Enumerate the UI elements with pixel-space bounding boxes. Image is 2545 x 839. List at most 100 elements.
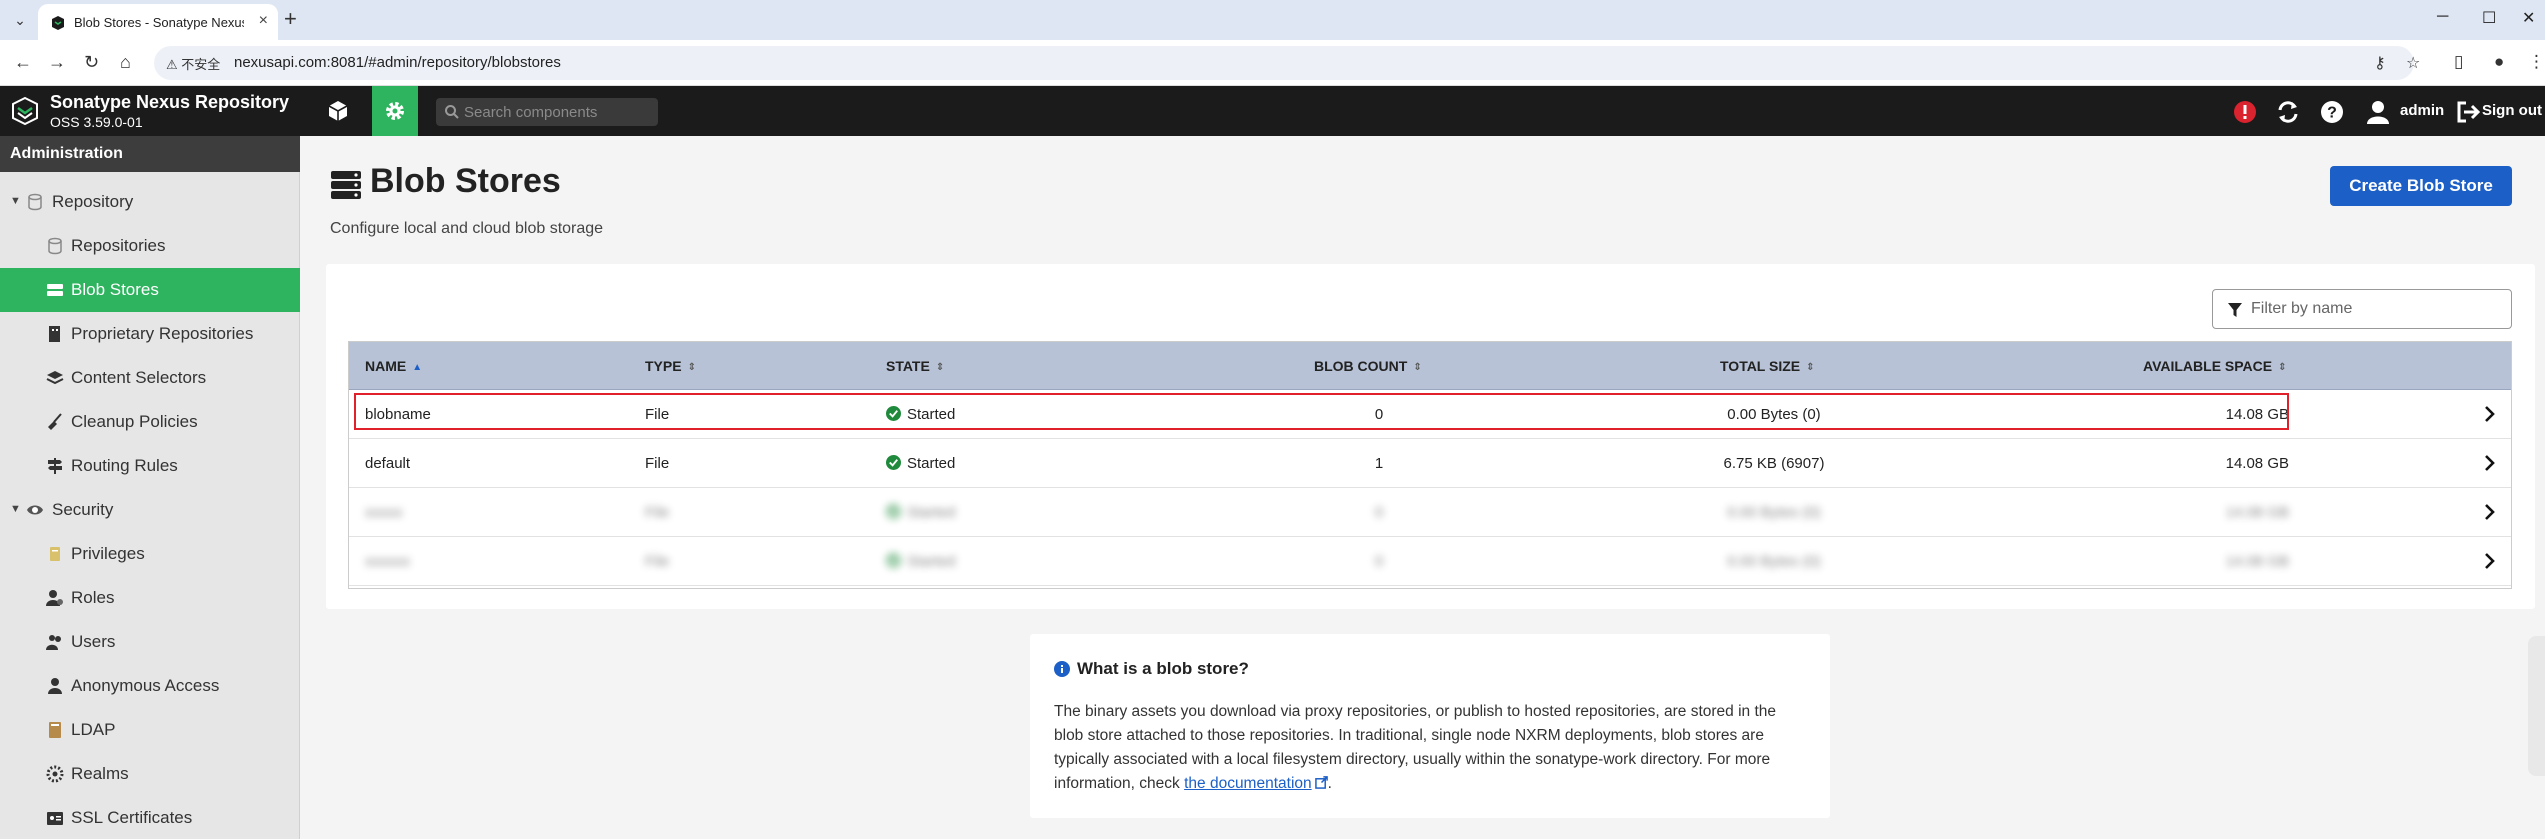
browser-menu-icon[interactable]: ⋮ [2528, 52, 2545, 72]
sidebar-item-label: Anonymous Access [71, 676, 220, 695]
refresh-icon[interactable] [2274, 98, 2302, 126]
sidebar-item-label: Repository [52, 192, 134, 211]
side-scroll-widget[interactable] [2528, 636, 2545, 776]
side-panel-icon[interactable]: ▯ [2454, 52, 2463, 72]
table-row[interactable]: xxxxx File Started 0 0.00 Bytes (0) 14.08 GB [349, 488, 2511, 537]
url-text[interactable]: nexusapi.com:8081/#admin/repository/blob… [234, 54, 561, 71]
cell-total-size: 0.00 Bytes (0) [1727, 504, 1821, 521]
sidebar-item-routing-rules[interactable]: Routing Rules [0, 444, 300, 488]
forward-icon[interactable]: → [48, 52, 66, 73]
close-window-icon[interactable]: ✕ [2522, 8, 2535, 28]
sidebar-item-repositories[interactable]: Repositories [0, 224, 300, 268]
column-header-total-size[interactable]: TOTAL SIZE ⇕ [1720, 358, 1815, 374]
sign-out-link[interactable]: Sign out [2482, 102, 2542, 119]
sidebar-item-ssl-certificates[interactable]: SSL Certificates [0, 796, 300, 839]
expand-caret-icon[interactable]: ▼ [10, 503, 21, 515]
table-row[interactable]: blobname File Started 0 0.00 Bytes (0) 14.08 … [349, 390, 2511, 439]
info-title: What is a blob store? [1077, 659, 1249, 678]
filter-input[interactable] [2251, 290, 2506, 328]
omnibox[interactable]: ⚠ 不安全 nexusapi.com:8081/#admin/repositor… [154, 46, 2420, 80]
close-tab-icon[interactable]: × [259, 12, 268, 30]
sidebar-item-blob-stores[interactable]: Blob Stores [0, 268, 300, 312]
minimize-icon[interactable]: ─ [2437, 8, 2448, 26]
chevron-right-icon[interactable] [2483, 405, 2497, 423]
sidebar-item-label: Routing Rules [71, 456, 178, 475]
sign-out-icon[interactable] [2454, 98, 2482, 126]
server-icon [331, 171, 361, 199]
cell-blob-count: 0 [1374, 504, 1384, 521]
layers-icon [46, 371, 64, 385]
home-icon[interactable]: ⌂ [120, 52, 131, 73]
app-header: Sonatype Nexus Repository OSS 3.59.0-01 … [0, 86, 2545, 136]
book-icon [49, 722, 61, 738]
sidebar-item-repository[interactable]: ▼ Repository [0, 180, 300, 224]
cell-state: Started [907, 504, 956, 521]
column-header-name[interactable]: NAME ▲ [365, 358, 422, 374]
cell-available-space: 14.08 GB [2225, 455, 2289, 472]
sidebar-item-content-selectors[interactable]: Content Selectors [0, 356, 300, 400]
database-icon [28, 193, 42, 211]
sidebar-item-label: Cleanup Policies [71, 412, 198, 431]
column-header-type[interactable]: TYPE ⇕ [645, 358, 696, 374]
check-circle-icon [886, 406, 901, 421]
sidebar-item-ldap[interactable]: LDAP [0, 708, 300, 752]
reload-icon[interactable]: ↻ [84, 52, 99, 73]
certificate-icon [50, 547, 60, 561]
help-icon[interactable]: ? [2318, 98, 2346, 126]
filter-box[interactable] [2212, 289, 2512, 329]
browse-mode-button[interactable] [318, 86, 358, 136]
expand-caret-icon[interactable]: ▼ [10, 195, 21, 207]
search-box[interactable] [436, 98, 658, 126]
profile-icon[interactable]: ● [2494, 52, 2504, 72]
info-body: The binary assets you download via proxy… [1054, 703, 1776, 792]
svg-text:?: ? [2327, 105, 2337, 122]
sidebar-item-realms[interactable]: Realms [0, 752, 300, 796]
table-row[interactable]: xxxxxx File Started 0 0.00 Bytes (0) 14.08 GB [349, 537, 2511, 586]
search-icon [445, 105, 459, 119]
create-blob-store-button[interactable]: Create Blob Store [2330, 166, 2512, 206]
documentation-link[interactable]: the documentation [1184, 775, 1312, 792]
user-icon [48, 678, 62, 694]
search-input[interactable] [464, 98, 654, 126]
info-panel: What is a blob store? The binary assets … [1030, 634, 1830, 818]
chevron-right-icon[interactable] [2483, 552, 2497, 570]
sonatype-logo-icon [12, 96, 38, 126]
column-header-state[interactable]: STATE ⇕ [886, 358, 944, 374]
eye-icon [27, 505, 43, 515]
sort-icon: ⇕ [2278, 362, 2287, 373]
realms-icon [46, 765, 64, 783]
cell-blob-count: 0 [1374, 553, 1384, 570]
cell-name: blobname [365, 406, 431, 423]
filter-icon [2228, 303, 2242, 317]
user-name[interactable]: admin [2400, 102, 2444, 119]
sidebar-item-security[interactable]: ▼ Security [0, 488, 300, 532]
alert-icon[interactable] [2231, 98, 2259, 126]
table-row[interactable]: default File Started 1 6.75 KB (6907) 14.08 G… [349, 439, 2511, 488]
sidebar-item-users[interactable]: Users [0, 620, 300, 664]
column-header-blob-count[interactable]: BLOB COUNT ⇕ [1314, 358, 1422, 374]
sidebar-item-cleanup-policies[interactable]: Cleanup Policies [0, 400, 300, 444]
sidebar-item-label: Realms [71, 764, 129, 783]
page-title: Blob Stores [370, 162, 561, 200]
key-icon[interactable]: ⚷ [2374, 53, 2386, 73]
bookmark-star-icon[interactable]: ☆ [2406, 53, 2420, 73]
sort-icon: ⇕ [687, 362, 696, 373]
column-header-available-space[interactable]: AVAILABLE SPACE ⇕ [2143, 358, 2287, 374]
sidebar-item-proprietary-repositories[interactable]: Proprietary Repositories [0, 312, 300, 356]
server-icon [47, 284, 63, 296]
new-tab-button[interactable]: + [284, 8, 297, 30]
user-icon[interactable] [2364, 98, 2392, 126]
cell-total-size: 0.00 Bytes (0) [1727, 406, 1821, 423]
maximize-icon[interactable]: ☐ [2482, 8, 2496, 28]
chevron-right-icon[interactable] [2483, 503, 2497, 521]
browser-tab[interactable]: Blob Stores - Sonatype Nexus × [38, 4, 278, 40]
admin-mode-button[interactable] [372, 86, 418, 136]
security-warning[interactable]: ⚠ 不安全 [166, 54, 220, 73]
sidebar-item-roles[interactable]: Roles [0, 576, 300, 620]
back-icon[interactable]: ← [14, 52, 32, 73]
sidebar-item-label: Repositories [71, 236, 166, 255]
sidebar-item-anonymous-access[interactable]: Anonymous Access [0, 664, 300, 708]
tab-search-chevron-icon[interactable]: ⌄ [10, 10, 30, 30]
chevron-right-icon[interactable] [2483, 454, 2497, 472]
sidebar-item-privileges[interactable]: Privileges [0, 532, 300, 576]
